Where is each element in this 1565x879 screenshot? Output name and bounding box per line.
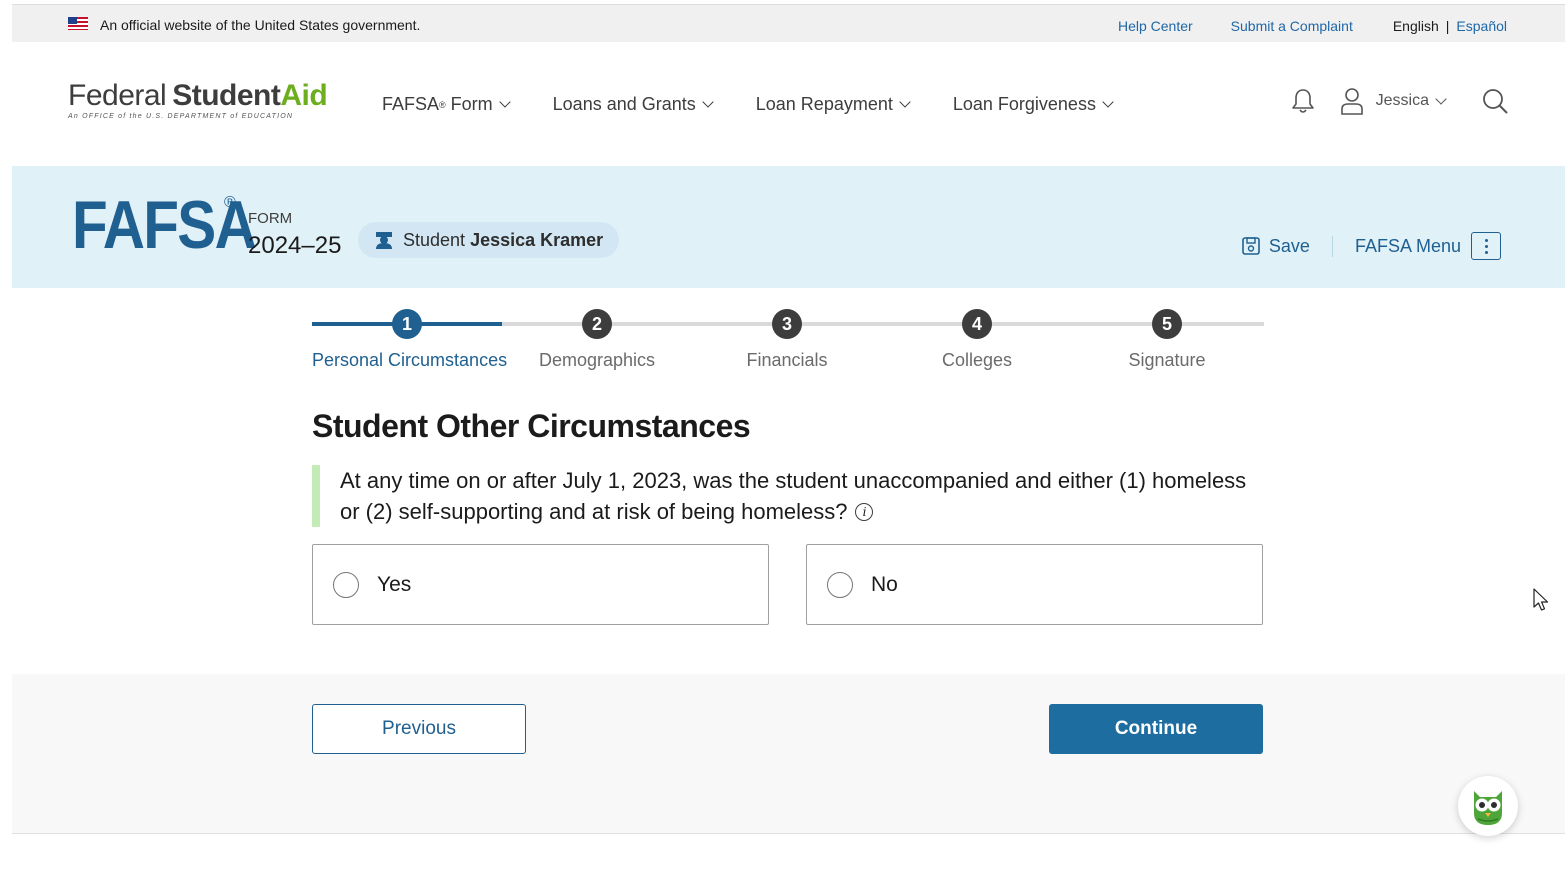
- nav-loans-grants-label: Loans and Grants: [552, 94, 696, 114]
- form-label: FORM: [248, 210, 293, 227]
- logo-subtitle: An OFFICE of the U.S. DEPARTMENT of EDUC…: [68, 113, 294, 120]
- step-number: 4: [962, 309, 992, 339]
- chat-assistant-button[interactable]: [1458, 776, 1518, 836]
- step-number: 3: [772, 309, 802, 339]
- nav-fafsa-label: FAFSA: [382, 94, 440, 114]
- question-body: At any time on or after July 1, 2023, wa…: [340, 468, 1247, 524]
- nav-loan-repayment-label: Loan Repayment: [755, 94, 893, 114]
- continue-button[interactable]: Continue: [1049, 704, 1263, 754]
- logo-aid: Aid: [280, 79, 328, 112]
- nav-loan-forgiveness-label: Loan Forgiveness: [952, 94, 1096, 114]
- chevron-down-icon: [1102, 96, 1114, 108]
- fafsa-logo-reg: ®: [224, 194, 236, 211]
- user-menu[interactable]: Jessica: [1340, 87, 1447, 115]
- page-frame: An official website of the United States…: [12, 4, 1565, 879]
- fafsa-menu-label: FAFSA Menu: [1354, 235, 1461, 256]
- step-label: Colleges: [941, 350, 1013, 370]
- page-title: Student Other Circumstances: [312, 408, 751, 444]
- logo-student: Student: [172, 79, 281, 112]
- language-espanol-link[interactable]: Español: [1456, 18, 1507, 34]
- site-header: Federal StudentAid An OFFICE of the U.S. …: [12, 42, 1565, 167]
- bell-icon[interactable]: [1290, 87, 1316, 115]
- chevron-down-icon: [702, 96, 714, 108]
- step-label: Signature: [1128, 350, 1206, 370]
- nav-fafsa-reg: ®: [439, 99, 446, 110]
- step-colleges[interactable]: 4 Colleges: [882, 306, 1072, 371]
- radio-yes[interactable]: [333, 571, 359, 598]
- us-flag-icon: [68, 17, 88, 30]
- nav-fafsa-suffix: Form: [445, 94, 493, 114]
- help-center-link[interactable]: Help Center: [1118, 18, 1193, 34]
- nav-loan-forgiveness[interactable]: Loan Forgiveness: [952, 94, 1114, 115]
- nav-loans-grants[interactable]: Loans and Grants: [552, 94, 714, 115]
- progress-stepper: 1 Personal Circumstances 2 Demographics …: [312, 306, 1264, 376]
- user-icon: [1340, 88, 1363, 115]
- mouse-cursor-icon: [1533, 588, 1549, 611]
- gov-banner-text: An official website of the United States…: [100, 17, 421, 33]
- fafsa-menu-button[interactable]: FAFSA Menu: [1355, 232, 1501, 260]
- gov-banner-links: Help Center Submit a Complaint English |…: [1080, 18, 1507, 34]
- graduate-icon: [376, 232, 392, 249]
- save-label: Save: [1268, 235, 1310, 256]
- step-label: Demographics: [538, 350, 656, 370]
- language-english: English: [1392, 18, 1439, 34]
- logo-federal: Federal: [68, 79, 167, 112]
- gov-banner: An official website of the United States…: [12, 4, 1565, 42]
- student-role-badge: Student Jessica Kramer: [358, 222, 620, 258]
- question-text: At any time on or after July 1, 2023, wa…: [312, 465, 1264, 527]
- owl-icon: [1474, 791, 1502, 825]
- step-number: 1: [392, 309, 422, 339]
- step-demographics[interactable]: 2 Demographics: [502, 306, 692, 371]
- step-personal-circumstances[interactable]: 1 Personal Circumstances: [312, 306, 508, 371]
- nav-fafsa-form[interactable]: FAFSA ® Form: [382, 94, 511, 115]
- option-yes[interactable]: Yes: [312, 544, 769, 625]
- student-role: Student: [403, 229, 466, 250]
- info-icon[interactable]: i: [855, 503, 874, 521]
- chevron-down-icon: [498, 96, 511, 108]
- step-financials[interactable]: 3 Financials: [692, 306, 882, 371]
- chevron-down-icon: [1435, 92, 1447, 105]
- option-no-label: No: [871, 572, 898, 596]
- language-separator: |: [1445, 18, 1450, 34]
- fsa-logo[interactable]: Federal StudentAid An OFFICE of the U.S. …: [68, 79, 328, 121]
- submit-complaint-link[interactable]: Submit a Complaint: [1231, 18, 1353, 34]
- step-label: Financials: [746, 350, 828, 370]
- nav-loan-repayment[interactable]: Loan Repayment: [755, 94, 911, 115]
- header-actions: Jessica: [1290, 87, 1509, 115]
- step-label: Personal Circumstances: [312, 350, 508, 370]
- search-icon[interactable]: [1481, 87, 1509, 115]
- form-year: 2024–25: [248, 232, 342, 259]
- fafsa-form-banner: FAFSA ® FORM 2024–25 Student Jessica Kra…: [12, 166, 1565, 288]
- option-no[interactable]: No: [806, 544, 1263, 625]
- logo-wordmark: Federal StudentAid: [68, 79, 328, 112]
- kebab-menu-icon: [1471, 232, 1501, 260]
- save-button[interactable]: Save: [1242, 235, 1333, 257]
- form-banner-actions: Save FAFSA Menu: [1242, 232, 1501, 260]
- option-yes-label: Yes: [377, 572, 412, 596]
- step-signature[interactable]: 5 Signature: [1072, 306, 1262, 371]
- chevron-down-icon: [899, 96, 911, 108]
- previous-button[interactable]: Previous: [312, 704, 526, 754]
- user-name: Jessica: [1375, 92, 1429, 109]
- student-name: Jessica Kramer: [470, 229, 604, 250]
- form-actions: Previous Continue: [12, 674, 1565, 834]
- step-number: 2: [582, 309, 612, 339]
- save-icon: [1242, 237, 1260, 255]
- radio-no[interactable]: [827, 571, 853, 598]
- step-number: 5: [1152, 309, 1182, 339]
- main-nav: FAFSA ® Form Loans and Grants Loan Repaym…: [382, 94, 1156, 115]
